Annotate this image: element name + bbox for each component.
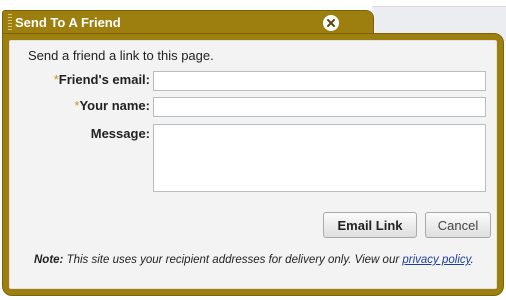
close-icon bbox=[323, 15, 339, 31]
note-text: This site uses your recipient addresses … bbox=[63, 254, 403, 266]
note-prefix: Note: bbox=[34, 254, 64, 266]
page: Send To A Friend Send a friend a link to… bbox=[0, 0, 506, 300]
drag-grip-icon[interactable] bbox=[8, 14, 12, 32]
your-name-label: *Your name: bbox=[74, 98, 150, 113]
privacy-policy-link[interactable]: privacy policy bbox=[402, 254, 470, 266]
friend-email-label: *Friend's email: bbox=[54, 72, 150, 87]
cancel-button[interactable]: Cancel bbox=[425, 212, 491, 238]
message-field[interactable] bbox=[153, 124, 486, 192]
privacy-note: Note: This site uses your recipient addr… bbox=[34, 253, 489, 267]
dialog-title: Send To A Friend bbox=[15, 15, 121, 30]
friend-email-label-text: Friend's email: bbox=[58, 72, 150, 87]
your-name-field[interactable] bbox=[153, 97, 486, 117]
friend-email-field[interactable] bbox=[153, 71, 486, 91]
note-suffix: . bbox=[470, 254, 474, 266]
close-button[interactable] bbox=[323, 15, 339, 31]
email-link-button[interactable]: Email Link bbox=[323, 212, 417, 238]
your-name-label-text: Your name: bbox=[79, 98, 150, 113]
intro-text: Send a friend a link to this page. bbox=[28, 48, 214, 63]
message-label: Message: bbox=[90, 126, 150, 141]
dialog-title-bar[interactable]: Send To A Friend bbox=[2, 10, 374, 34]
